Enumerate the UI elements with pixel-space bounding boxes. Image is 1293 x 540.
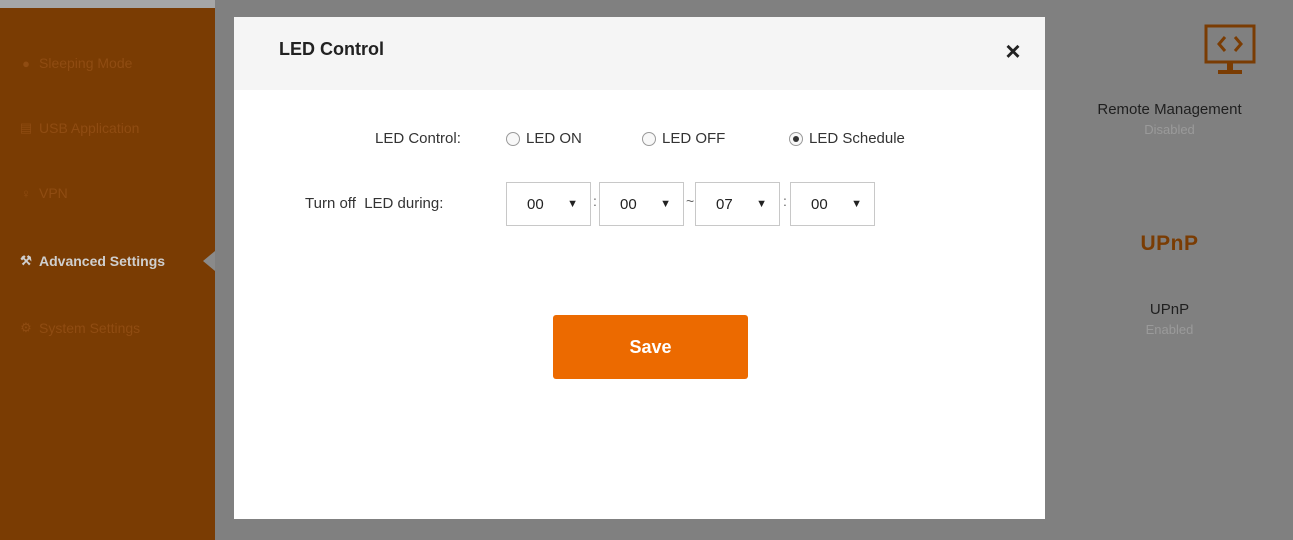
select-value: 07 (716, 195, 733, 213)
radio-label: LED OFF (662, 130, 726, 147)
end-minute-select[interactable]: 00 ▼ (790, 182, 875, 226)
upnp-card[interactable]: UPnP Enabled (1046, 301, 1293, 337)
sidebar-item-vpn[interactable]: ♀ VPN (18, 178, 68, 208)
dropdown-arrow-icon: ▼ (660, 198, 671, 210)
sidebar: ● Sleeping Mode ▤ USB Application ♀ VPN … (0, 0, 215, 540)
usb-icon: ▤ (19, 120, 33, 135)
colon-separator: : (593, 193, 597, 209)
start-minute-select[interactable]: 00 ▼ (599, 182, 684, 226)
sidebar-item-label: USB Application (39, 120, 140, 136)
end-hour-select[interactable]: 07 ▼ (695, 182, 780, 226)
radio-led-schedule[interactable]: LED Schedule (789, 130, 905, 147)
upnp-logo-icon: UPnP (1140, 232, 1199, 255)
right-panel: Remote Management Disabled UPnP UPnP Ena… (1046, 0, 1293, 540)
remote-management-card[interactable]: Remote Management Disabled (1046, 101, 1293, 137)
sidebar-item-label: Advanced Settings (39, 253, 166, 269)
sidebar-item-sleeping-mode[interactable]: ● Sleeping Mode (18, 48, 132, 78)
radio-button[interactable] (506, 131, 520, 146)
radio-label: LED Schedule (809, 130, 905, 147)
sidebar-item-label: Sleeping Mode (39, 55, 133, 71)
close-icon[interactable]: × (999, 37, 1027, 65)
remote-management-status: Disabled (1144, 122, 1195, 137)
bulb-icon: ● (22, 55, 30, 71)
radio-button-checked[interactable] (789, 131, 803, 146)
dialog-title: LED Control (279, 39, 384, 59)
radio-led-on[interactable]: LED ON (506, 130, 582, 147)
sidebar-item-usb-application[interactable]: ▤ USB Application (18, 113, 140, 143)
active-item-pointer (203, 251, 215, 271)
upnp-name: UPnP (1149, 301, 1190, 318)
radio-led-off[interactable]: LED OFF (642, 130, 725, 147)
sidebar-item-system-settings[interactable]: ⚙ System Settings (18, 313, 140, 343)
sidebar-item-advanced-settings[interactable]: ⚒ Advanced Settings (18, 246, 165, 276)
select-value: 00 (620, 195, 637, 213)
select-value: 00 (811, 195, 828, 213)
select-value: 00 (527, 195, 544, 213)
upnp-status: Enabled (1145, 322, 1194, 337)
dropdown-arrow-icon: ▼ (756, 198, 767, 210)
led-control-dialog: LED Control × LED Control: LED ON LED OF… (234, 17, 1045, 519)
radio-button[interactable] (642, 131, 656, 146)
radio-label: LED ON (526, 130, 582, 147)
dropdown-arrow-icon: ▼ (567, 198, 578, 210)
vpn-icon: ♀ (21, 185, 31, 201)
wrench-icon: ⚒ (20, 253, 32, 268)
start-hour-select[interactable]: 00 ▼ (506, 182, 591, 226)
dialog-header: LED Control × (234, 17, 1045, 90)
sidebar-top-strip (0, 0, 215, 8)
turn-off-led-label: Turn off LED during: (305, 195, 444, 212)
sidebar-item-label: System Settings (39, 320, 141, 336)
dropdown-arrow-icon: ▼ (851, 198, 862, 210)
sidebar-item-label: VPN (39, 185, 68, 201)
remote-management-name: Remote Management (1097, 101, 1242, 118)
gear-icon: ⚙ (20, 320, 32, 335)
tilde-separator: ~ (686, 193, 695, 209)
monitor-icon (1204, 24, 1256, 74)
colon-separator: : (783, 193, 787, 209)
save-button[interactable]: Save (553, 315, 748, 379)
led-control-label: LED Control: (375, 130, 461, 147)
